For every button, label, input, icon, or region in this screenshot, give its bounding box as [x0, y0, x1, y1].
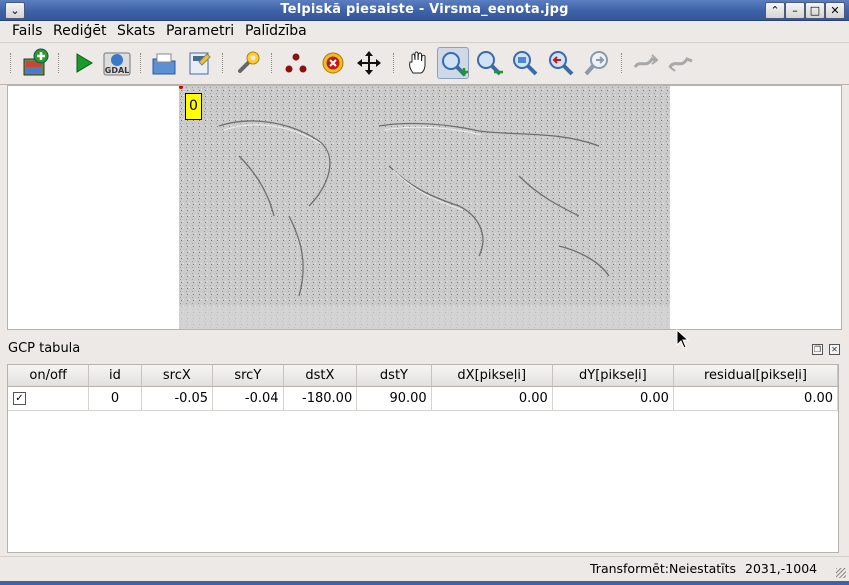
menu-edit[interactable]: Rediģēt [53, 23, 106, 39]
transform-status: Transformēt:Neiestatīts [590, 561, 737, 576]
statusbar: Transformēt:Neiestatīts 2031,-1004 [0, 556, 849, 581]
column-header-srcy[interactable]: srcY [212, 365, 284, 387]
cell-residual: 0.00 [673, 386, 839, 411]
cursor-coordinates: 2031,-1004 [745, 561, 818, 576]
add-point-icon[interactable] [280, 47, 312, 79]
window-titlebar: ⌄ Telpiskā piesaiste - Virsma_eenota.jpg… [0, 0, 849, 21]
menu-file[interactable]: Fails [12, 23, 42, 39]
toolbar-separator [222, 53, 225, 73]
minimize-button[interactable]: – [785, 2, 805, 19]
toolbar-handle[interactable] [10, 53, 13, 73]
column-header-dsty[interactable]: dstY [356, 365, 432, 387]
toolbar-separator [58, 53, 61, 73]
open-raster-icon[interactable] [19, 47, 51, 79]
map-canvas[interactable]: 0 [7, 85, 842, 330]
maximize-button[interactable]: □ [805, 2, 825, 19]
enable-checkbox[interactable]: ✓ [13, 392, 26, 405]
cell-onoff[interactable]: ✓ [8, 386, 90, 411]
toolbar-separator [140, 53, 143, 73]
window-title: Telpiskā piesaiste - Virsma_eenota.jpg [280, 2, 569, 17]
column-header-residual[interactable]: residual[pikseļi] [673, 365, 839, 387]
column-header-onoff[interactable]: on/off [8, 365, 90, 387]
link-qgis-to-georeferencer-icon[interactable] [665, 47, 697, 79]
cell-dx: 0.00 [431, 386, 553, 411]
gcp-panel-title: GCP tabula [8, 341, 81, 356]
raster-image [179, 86, 670, 329]
transformation-settings-icon[interactable] [232, 47, 264, 79]
link-georeferencer-to-qgis-icon[interactable] [630, 47, 662, 79]
cell-dsty[interactable]: 90.00 [356, 386, 432, 411]
table-header-row: on/off id srcX srcY dstX dstY dX[pikseļi… [8, 365, 839, 387]
column-header-dy[interactable]: dY[pikseļi] [552, 365, 674, 387]
save-gcp-points-icon[interactable] [183, 47, 215, 79]
column-header-dstx[interactable]: dstX [283, 365, 358, 387]
delete-point-icon[interactable] [317, 47, 349, 79]
cell-srcy[interactable]: -0.04 [212, 386, 284, 411]
toolbar-separator [393, 53, 396, 73]
toolbar-separator [621, 53, 624, 73]
start-georeferencing-icon[interactable] [67, 47, 99, 79]
generate-gdal-script-icon[interactable]: GDAL [101, 47, 133, 79]
zoom-to-layer-icon[interactable] [509, 47, 541, 79]
shade-button[interactable]: ⌃ [765, 2, 785, 19]
move-gcp-point-icon[interactable] [353, 47, 385, 79]
close-panel-icon[interactable]: ✕ [829, 344, 840, 355]
toolbar-separator [271, 53, 274, 73]
mouse-cursor-icon [676, 329, 690, 349]
pan-icon[interactable] [402, 47, 434, 79]
menu-settings[interactable]: Parametri [166, 23, 234, 39]
dock-splitter[interactable] [0, 331, 849, 337]
column-header-srcx[interactable]: srcX [141, 365, 214, 387]
cell-id: 0 [88, 386, 142, 411]
column-header-id[interactable]: id [88, 365, 142, 387]
menubar: Fails Rediģēt Skats Parametri Palīdzība [0, 21, 849, 43]
menu-help[interactable]: Palīdzība [245, 23, 307, 39]
gcp-point-label: 0 [185, 93, 202, 120]
window-bottom-border [0, 581, 849, 585]
zoom-in-icon[interactable] [437, 47, 469, 79]
cell-srcx[interactable]: -0.05 [141, 386, 214, 411]
cell-dy: 0.00 [552, 386, 674, 411]
gcp-table: on/off id srcX srcY dstX dstY dX[pikseļi… [7, 364, 839, 553]
gcp-point-marker[interactable] [179, 86, 183, 89]
gcp-panel-header: GCP tabula ❐ ✕ [0, 338, 849, 360]
resize-grip-icon[interactable] [836, 568, 846, 578]
close-button[interactable]: ✕ [825, 2, 845, 19]
menu-view[interactable]: Skats [117, 23, 155, 39]
column-header-dx[interactable]: dX[pikseļi] [431, 365, 553, 387]
toolbar: GDAL [0, 43, 849, 85]
zoom-last-icon[interactable] [545, 47, 577, 79]
table-row[interactable]: ✓ 0 -0.05 -0.04 -180.00 90.00 0.00 0.00 … [8, 386, 839, 411]
cell-dstx[interactable]: -180.00 [283, 386, 358, 411]
load-gcp-points-icon[interactable] [148, 47, 180, 79]
zoom-out-icon[interactable] [473, 47, 505, 79]
float-panel-icon[interactable]: ❐ [812, 344, 823, 355]
zoom-next-icon[interactable] [581, 47, 613, 79]
gdal-label: GDAL [105, 66, 130, 75]
